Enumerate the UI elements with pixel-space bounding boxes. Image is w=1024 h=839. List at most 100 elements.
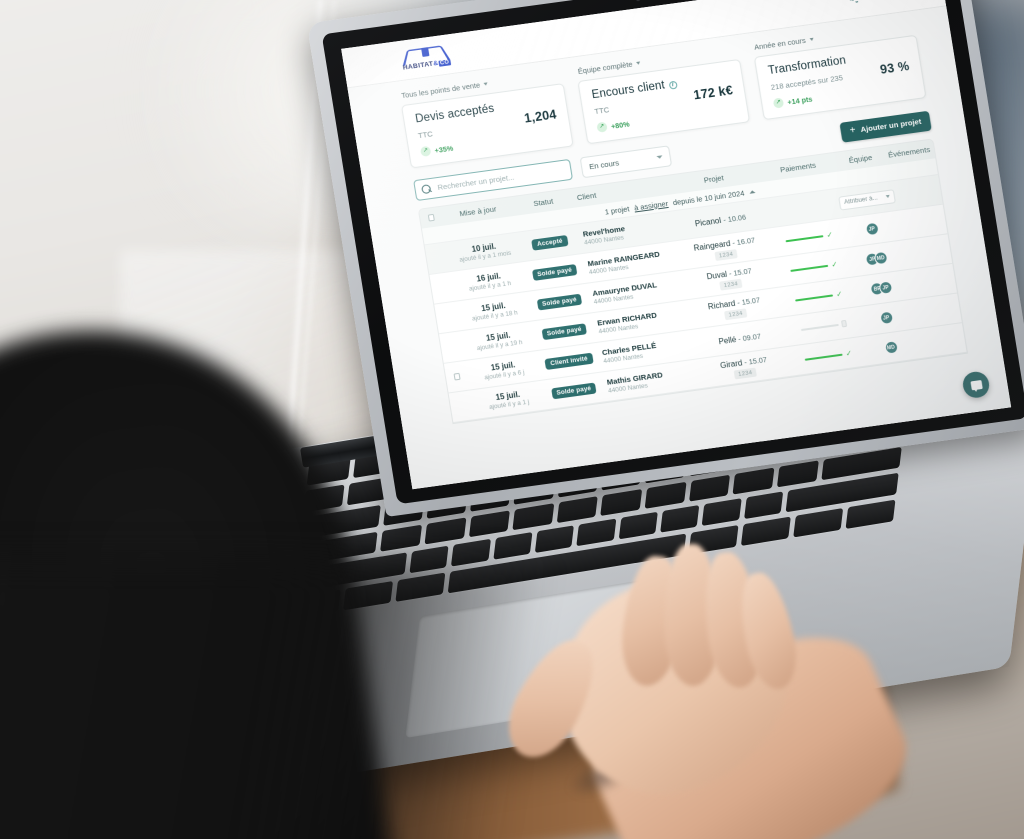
row-select-cell[interactable] (436, 313, 459, 322)
cell-events (895, 188, 952, 196)
assign-banner-link[interactable]: à assigner (633, 199, 668, 213)
status-filter-value: En cours (588, 158, 620, 172)
project-number: - 10.06 (722, 212, 747, 225)
kpi-delta-value: +80% (610, 119, 631, 131)
photo-scene: HABITAT&CO AD (0, 0, 1024, 839)
assign-banner-prefix: 1 projet (604, 203, 630, 217)
payment-progress-bar (790, 264, 829, 272)
chevron-down-icon (656, 155, 663, 160)
row-checkbox[interactable] (453, 372, 461, 381)
status-badge: Solde payé (550, 382, 597, 400)
cell-status: Client invité (538, 352, 599, 371)
cell-date: 15 juil. ajouté il y a 18 h (457, 298, 531, 325)
kpi-subtitle: TTC (417, 129, 434, 141)
search-placeholder: Rechercher un projet... (436, 172, 515, 193)
kpi-column-encours: Équipe complète Encours client i TTC 172 … (575, 45, 751, 145)
info-icon[interactable]: i (668, 80, 678, 90)
cell-date: 15 juil. ajouté il y a 6 j (467, 357, 541, 384)
add-project-button[interactable]: + Ajouter un projet (839, 110, 932, 143)
search-icon (421, 184, 431, 194)
project-name: Picanol (694, 215, 722, 228)
cell-payments (789, 318, 859, 334)
trend-up-icon: ↗ (596, 121, 608, 133)
row-select-cell[interactable] (441, 342, 464, 351)
check-icon: ✓ (830, 259, 839, 270)
row-select-cell[interactable] (426, 253, 449, 262)
add-project-label: Ajouter un projet (859, 116, 922, 135)
status-badge: Solde payé (536, 293, 583, 311)
cell-team[interactable]: JP (858, 309, 915, 327)
cell-team[interactable]: BF JP (853, 279, 910, 297)
project-reference: 1234 (733, 367, 757, 380)
project-reference: 1234 (719, 279, 743, 291)
bell-icon (848, 0, 862, 4)
cell-date: 15 juil. ajouté il y a 19 h (462, 327, 536, 354)
filter-label: Année en cours (753, 35, 807, 52)
row-select-cell[interactable] (446, 372, 469, 381)
select-all-checkbox[interactable] (427, 214, 436, 222)
cell-status: Solde payé (524, 263, 585, 282)
filter-label: Équipe complète (577, 59, 634, 76)
th-events[interactable]: Événements (887, 143, 946, 160)
cell-payments: ✓ (784, 288, 855, 305)
chat-bubble-icon (969, 379, 983, 390)
check-icon: ✓ (835, 288, 844, 299)
cell-events (919, 336, 968, 344)
project-number: - 09.07 (735, 331, 762, 344)
cell-date: 15 juil. ajouté il y a 1 j (471, 387, 545, 414)
project-name: Pellé (717, 334, 737, 346)
check-icon: ✓ (844, 348, 853, 358)
select-all-cell[interactable] (420, 213, 443, 222)
team-avatars: JP MD (866, 251, 888, 266)
kpi-subtitle: TTC (593, 105, 610, 117)
chevron-up-icon[interactable] (748, 189, 756, 194)
cell-team[interactable]: JP (843, 220, 900, 238)
kpi-value: 93 % (879, 59, 911, 77)
kpi-column-devis: Tous les points de vente Devis acceptés … (399, 69, 574, 169)
project-name: Girard (719, 358, 743, 371)
row-select-cell[interactable] (431, 283, 454, 292)
status-filter-select[interactable]: En cours (579, 145, 673, 179)
assign-to-label: Attribuer à... (843, 194, 879, 206)
trend-up-icon: ↗ (419, 145, 432, 157)
laptop-lid: HABITAT&CO AD (306, 0, 1024, 517)
webcam-icon (635, 0, 641, 2)
payment-progress-bar (800, 323, 839, 331)
payment-progress-bar (785, 234, 824, 242)
cell-project: Picanol - 10.06 (670, 208, 771, 231)
kpi-delta-value: +35% (433, 143, 454, 155)
team-avatars: BF JP (870, 281, 892, 295)
cell-date: 16 juil. ajouté il y a 1 h (452, 268, 526, 295)
crm-app: HABITAT&CO AD (341, 0, 1012, 490)
avatar: MD (884, 341, 898, 354)
cell-team[interactable]: JP MD (848, 249, 905, 267)
cell-events (914, 306, 968, 314)
project-number: - 16.07 (729, 235, 756, 248)
status-badge: Solde payé (541, 323, 588, 341)
app-body: Tous les points de vente Devis acceptés … (347, 6, 1012, 490)
habitat-co-logo[interactable]: HABITAT&CO (394, 42, 458, 76)
notifications-menu[interactable] (848, 0, 870, 4)
cell-events (900, 217, 957, 225)
chevron-down-icon (885, 194, 891, 199)
chevron-down-icon (809, 37, 814, 42)
cell-events (909, 277, 966, 285)
cell-date: 10 juil. ajouté il y a 1 mois (447, 239, 521, 266)
row-select-cell[interactable] (450, 402, 473, 411)
chevron-down-icon (483, 82, 489, 86)
chevron-down-icon (636, 61, 641, 65)
payment-slider-knob[interactable] (841, 319, 848, 328)
project-reference: 1234 (714, 249, 738, 262)
cell-team[interactable]: MD (862, 338, 919, 356)
status-badge: Solde payé (531, 263, 578, 282)
payment-progress-bar (795, 293, 834, 301)
project-number: - 15.07 (741, 354, 768, 368)
cell-team[interactable]: Attribuer à... (838, 188, 896, 211)
team-avatars: JP (879, 311, 893, 325)
assign-to-select[interactable]: Attribuer à... (838, 188, 896, 211)
cell-payments: ✓ (774, 229, 845, 246)
trend-up-icon: ↗ (772, 97, 785, 109)
avatar: JP (879, 311, 893, 325)
topbar-actions: AD (848, 0, 910, 5)
status-badge: Client invité (544, 352, 594, 371)
